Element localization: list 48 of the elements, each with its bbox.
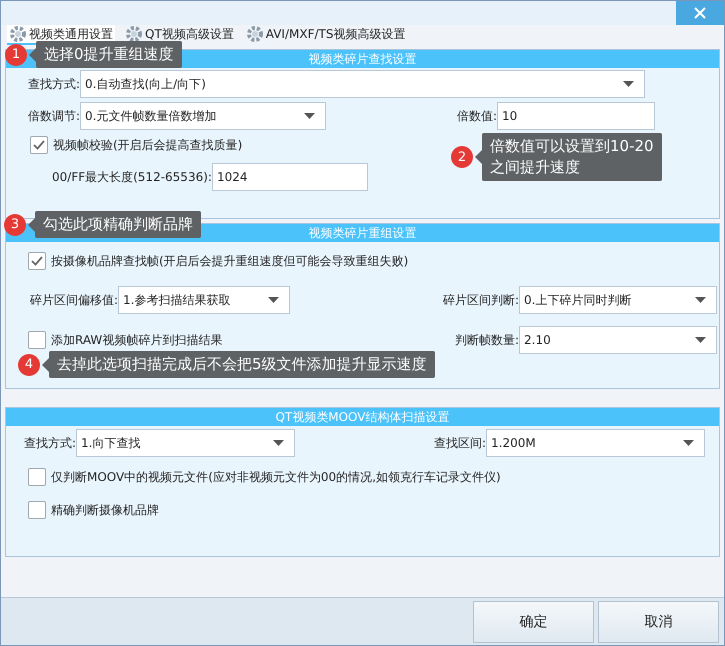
field-label: 碎片区间判断: <box>442 292 519 308</box>
dropdown[interactable]: 2.10 <box>519 326 717 354</box>
checkbox[interactable] <box>28 331 46 349</box>
checkbox-label: 视频帧校验(开启后会提高查找质量) <box>53 136 242 154</box>
tab[interactable]: AVI/MXF/TS视频高级设置 <box>244 25 408 45</box>
gear-icon <box>246 25 264 43</box>
dropdown[interactable]: 1.200M <box>486 429 705 457</box>
checkbox-label: 添加RAW视频帧碎片到扫描结果 <box>51 332 222 348</box>
caret-icon <box>683 440 694 446</box>
dropdown[interactable]: 0.上下碎片同时判断 <box>519 286 717 314</box>
gear-icon <box>125 25 143 43</box>
checkbox[interactable] <box>28 501 46 519</box>
section-header: QT视频类MOOV结构体扫描设置 <box>6 408 719 426</box>
field-label: 碎片区间偏移值: <box>30 292 118 308</box>
checkbox-label: 仅判断MOOV中的视频元文件(应对非视频元文件为00的情况,如领克行车记录文件仪) <box>51 468 501 486</box>
field-label: 查找区间: <box>434 434 486 452</box>
callout-tooltip: 勾选此项精确判断品牌 <box>35 211 201 238</box>
checkbox[interactable] <box>28 468 46 486</box>
dialog-button[interactable]: 取消 <box>598 600 719 642</box>
caret-icon <box>695 337 706 343</box>
caret-icon <box>268 297 280 303</box>
field-label: 查找方式: <box>28 76 80 92</box>
caret-icon <box>695 297 706 303</box>
checkbox[interactable] <box>30 136 48 154</box>
dropdown[interactable]: 1.向下查找 <box>76 429 296 457</box>
checkbox-label: 精确判断摄像机品牌 <box>51 502 159 518</box>
checkbox[interactable] <box>28 252 46 270</box>
input-field[interactable]: 1024 <box>212 163 368 191</box>
field-label: 查找方式: <box>24 434 76 452</box>
callout-tooltip: 倍数值可以设置到10-20 之间提升速度 <box>482 133 662 181</box>
dropdown[interactable]: 1.参考扫描结果获取 <box>118 286 290 314</box>
dropdown[interactable]: 0.自动查找(向上/向下) <box>80 70 646 98</box>
input-field[interactable]: 10 <box>497 102 655 130</box>
caret-icon <box>304 113 316 119</box>
field-label: 倍数值: <box>456 108 497 124</box>
checkbox-label: 按摄像机品牌查找帧(开启后会提升重组速度但可能会导致重组失败) <box>51 252 408 270</box>
callout-tooltip: 去掉此选项扫描完成后不会把5级文件添加提升显示速度 <box>49 351 435 378</box>
gear-icon <box>9 25 27 43</box>
field-label: 00/FF最大长度(512-65536): <box>52 168 212 186</box>
field-label: 倍数调节: <box>28 108 80 124</box>
callout-tooltip: 选择0提升重组速度 <box>36 41 182 68</box>
dialog-button[interactable]: 确定 <box>473 600 594 642</box>
caret-icon <box>273 440 284 446</box>
dropdown[interactable]: 0.元文件帧数量倍数增加 <box>80 102 326 130</box>
caret-icon <box>623 81 634 87</box>
close-button[interactable] <box>676 1 724 25</box>
field-label: 判断帧数量: <box>454 332 519 348</box>
close-icon <box>694 7 706 19</box>
